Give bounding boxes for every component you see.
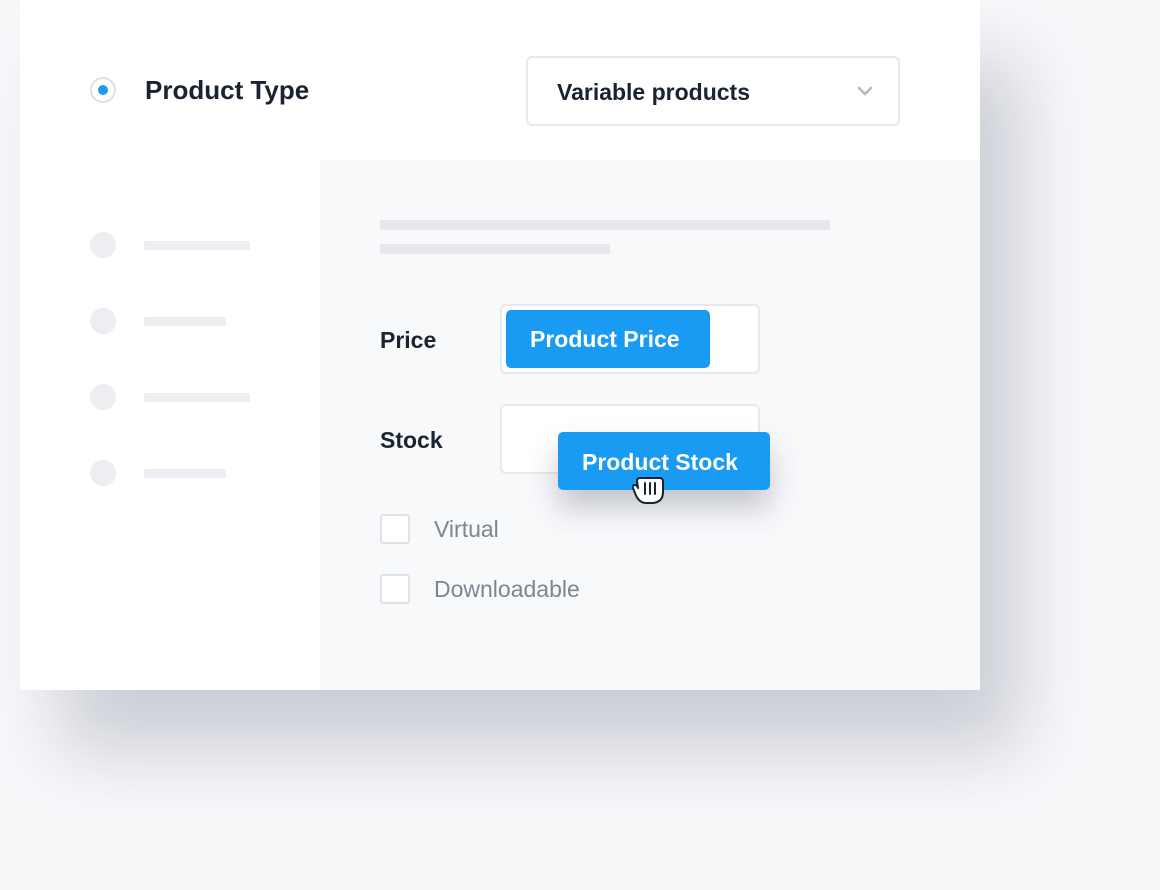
sidebar-item-dot [90, 384, 116, 410]
chevron-down-icon [857, 86, 873, 96]
grab-hand-icon [632, 477, 664, 504]
sidebar-item-dot [90, 308, 116, 334]
sidebar-item-line [144, 469, 226, 478]
sidebar-item-placeholder[interactable] [90, 232, 290, 258]
stock-label: Stock [380, 427, 443, 453]
virtual-label: Virtual [434, 516, 499, 542]
sidebar-item-line [144, 241, 250, 250]
sidebar-item-placeholder[interactable] [90, 460, 290, 486]
downloadable-checkbox[interactable] [380, 574, 410, 604]
downloadable-label: Downloadable [434, 576, 580, 602]
product-type-label: Product Type [145, 75, 310, 105]
placeholder-text-line [380, 244, 610, 254]
product-price-chip[interactable]: Product Price [506, 310, 710, 368]
product-type-radio[interactable] [90, 77, 116, 103]
sidebar-item-placeholder[interactable] [90, 384, 290, 410]
price-label: Price [380, 327, 437, 353]
sidebar-item-placeholder[interactable] [90, 308, 290, 334]
product-type-select[interactable]: Variable products [526, 56, 900, 126]
sidebar-item-dot [90, 232, 116, 258]
sidebar-nav [20, 160, 320, 690]
virtual-checkbox[interactable] [380, 514, 410, 544]
sidebar-item-line [144, 317, 226, 326]
product-type-card: Product Type Variable products Price Sto… [20, 0, 980, 690]
card-header: Product Type Variable products [20, 0, 980, 160]
product-type-selected-value: Variable products [557, 79, 751, 105]
product-data-panel: Price Stock Product Price Product Stock … [320, 160, 980, 690]
placeholder-text-line [380, 220, 830, 230]
sidebar-item-line [144, 393, 250, 402]
sidebar-item-dot [90, 460, 116, 486]
